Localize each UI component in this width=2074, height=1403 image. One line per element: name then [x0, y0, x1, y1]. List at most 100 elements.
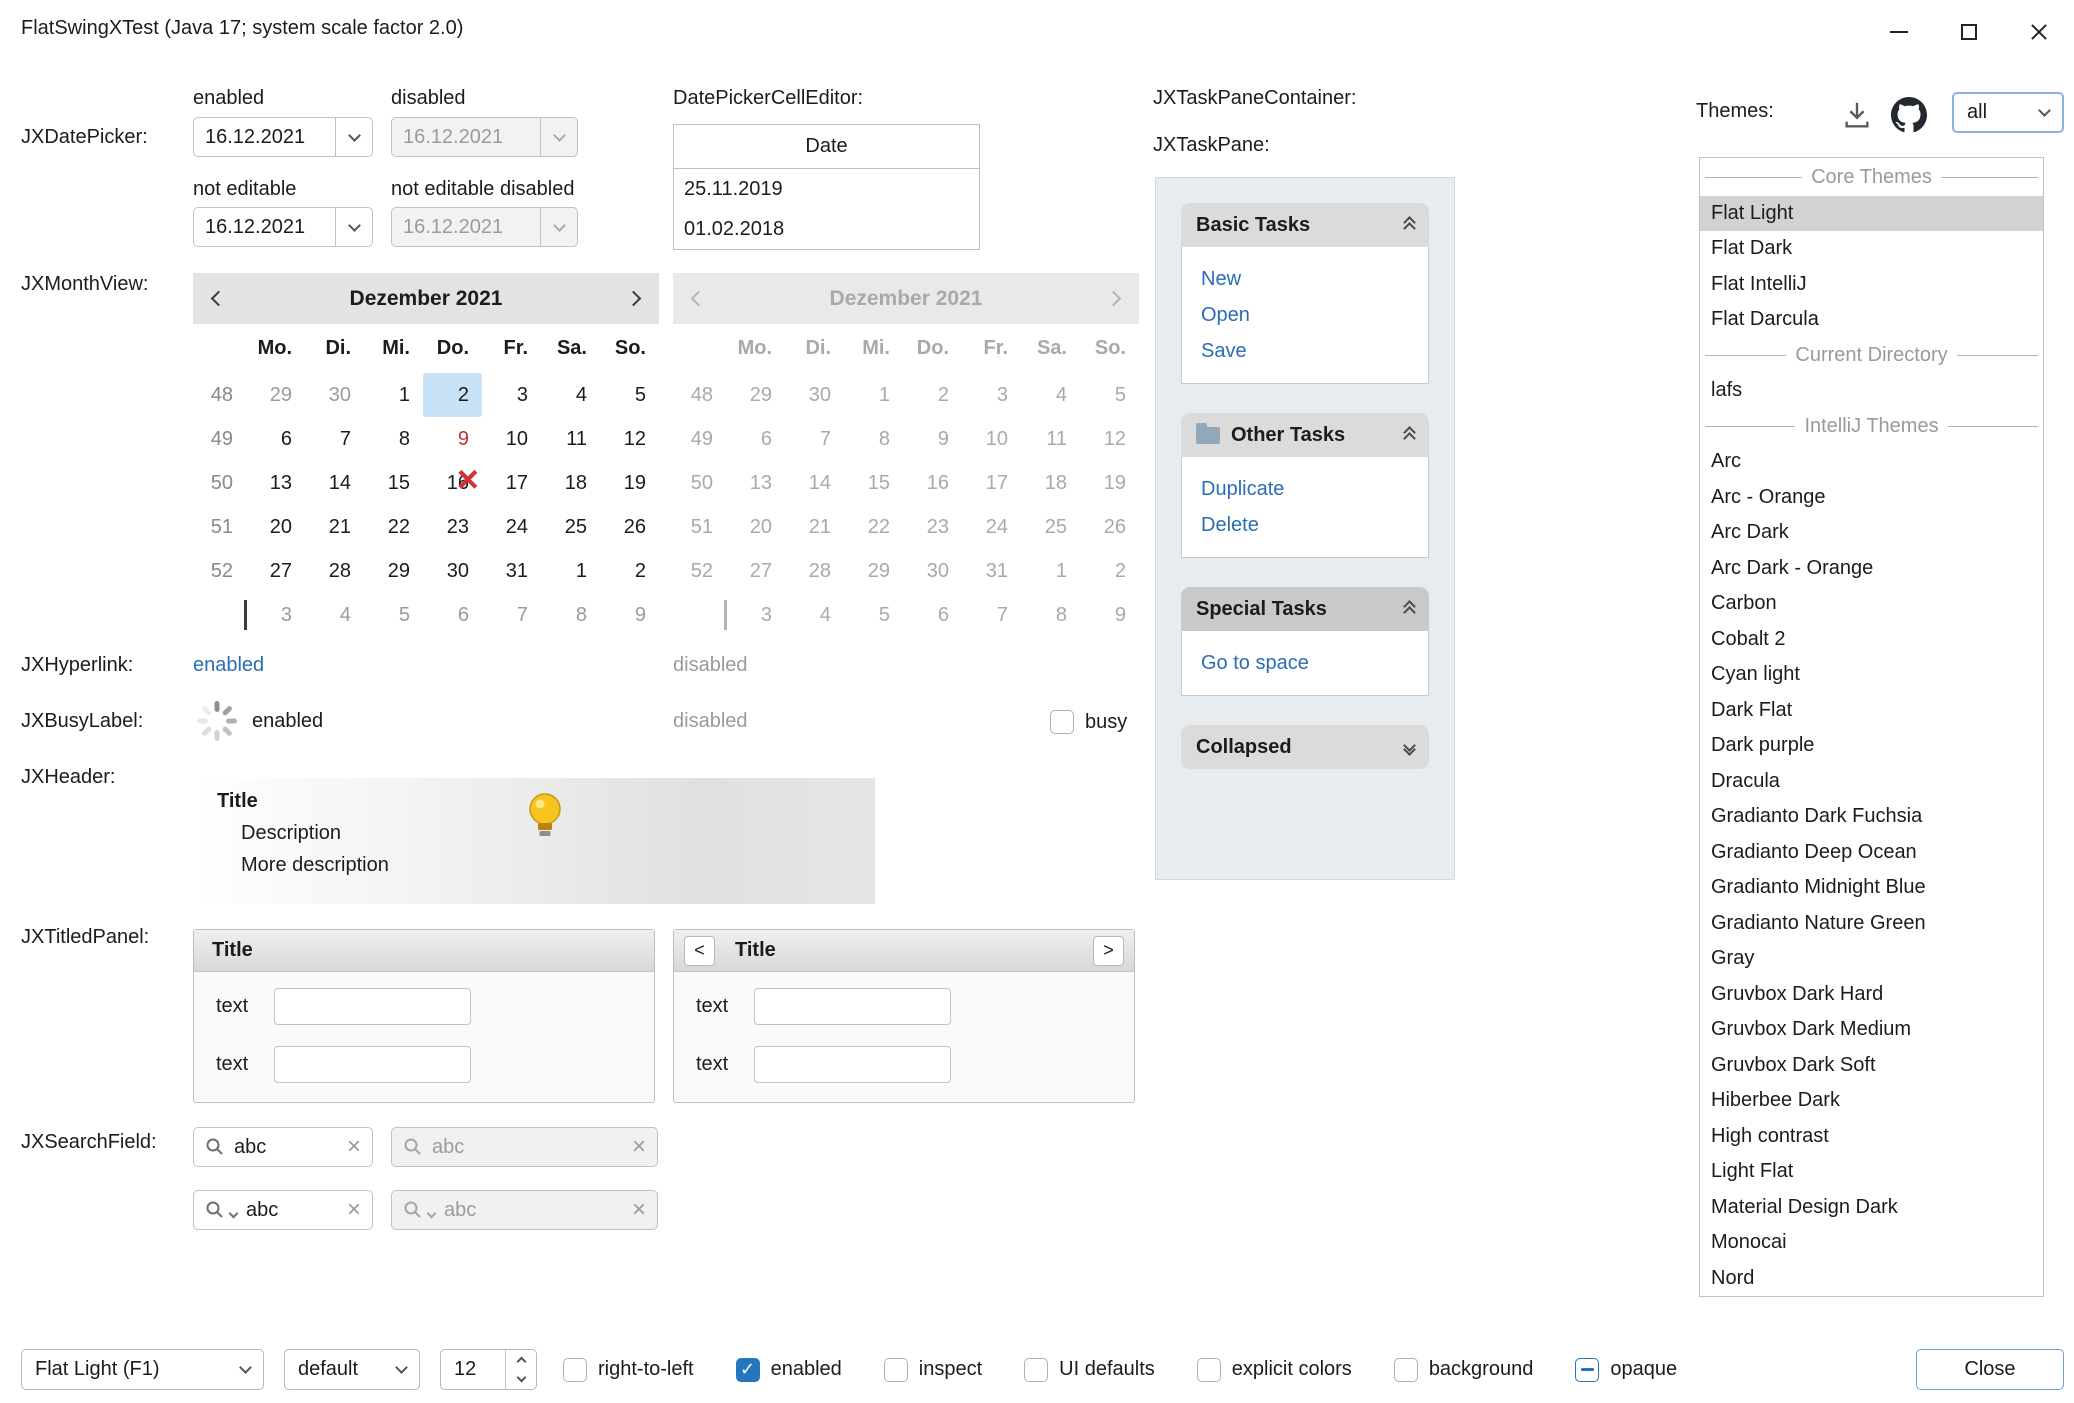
theme-item[interactable]: Material Design Dark	[1700, 1190, 2043, 1226]
checkbox-right-to-left[interactable]: right-to-left	[563, 1358, 694, 1382]
theme-item[interactable]: Cyan light	[1700, 657, 2043, 693]
datepicker-value[interactable]: 16.12.2021	[194, 118, 335, 156]
calendar-day[interactable]: 21	[305, 505, 364, 549]
clear-icon[interactable]: ×	[347, 1198, 361, 1222]
calendar-day[interactable]: 3	[246, 593, 305, 637]
calendar-day[interactable]: 7	[305, 417, 364, 461]
theme-item[interactable]: Arc Dark	[1700, 515, 2043, 551]
clear-icon[interactable]: ×	[347, 1135, 361, 1159]
theme-item[interactable]: Dark Flat	[1700, 693, 2043, 729]
searchfield-enabled[interactable]: abc ×	[193, 1127, 373, 1167]
calendar-day[interactable]: 11	[541, 417, 600, 461]
datepicker-dropdown-button[interactable]	[335, 118, 372, 156]
theme-item[interactable]: Flat Light	[1700, 196, 2043, 232]
theme-item[interactable]: Hiberbee Dark	[1700, 1083, 2043, 1119]
laf-combobox[interactable]: Flat Light (F1)	[21, 1349, 264, 1390]
calendar-day[interactable]: 29	[364, 549, 423, 593]
theme-item[interactable]: Flat IntelliJ	[1700, 267, 2043, 303]
theme-item[interactable]: Dracula	[1700, 764, 2043, 800]
theme-item[interactable]: Flat Darcula	[1700, 302, 2043, 338]
theme-item[interactable]: Gradianto Dark Fuchsia	[1700, 799, 2043, 835]
theme-item[interactable]: Nord	[1700, 1261, 2043, 1297]
search-menu-icon[interactable]	[205, 1200, 225, 1220]
task-action-link[interactable]: New	[1201, 261, 1409, 297]
calendar-day[interactable]: 23	[423, 505, 482, 549]
taskpane-header[interactable]: Collapsed	[1181, 725, 1429, 769]
calendar-day[interactable]: 17	[482, 461, 541, 505]
calendar-day[interactable]: 5	[600, 373, 659, 417]
calendar-day[interactable]: 9	[600, 593, 659, 637]
datepicker-enabled[interactable]: 16.12.2021	[193, 117, 373, 157]
calendar-day[interactable]: 6	[423, 593, 482, 637]
theme-item[interactable]: Gruvbox Dark Hard	[1700, 977, 2043, 1013]
calendar-day[interactable]: 24	[482, 505, 541, 549]
download-themes-button[interactable]	[1838, 96, 1876, 134]
calendar-day[interactable]: 8	[541, 593, 600, 637]
theme-item[interactable]: Carbon	[1700, 586, 2043, 622]
maximize-button[interactable]	[1934, 0, 2004, 64]
theme-item[interactable]: Arc	[1700, 444, 2043, 480]
datepicker-not-editable[interactable]: 16.12.2021	[193, 207, 373, 247]
calendar-day[interactable]: 6	[246, 417, 305, 461]
calendar-day[interactable]: 8	[364, 417, 423, 461]
theme-item[interactable]: Dark purple	[1700, 728, 2043, 764]
theme-item[interactable]: Monocai	[1700, 1225, 2043, 1261]
font-size-spinner[interactable]: 12	[440, 1349, 537, 1390]
checkbox-enabled[interactable]: enabled	[736, 1358, 842, 1382]
titledpanel-right-button[interactable]: >	[1093, 936, 1124, 966]
calendar-day[interactable]: 7	[482, 593, 541, 637]
calendar-day[interactable]: 30	[305, 373, 364, 417]
calendar-day[interactable]: 3	[482, 373, 541, 417]
calendar-day[interactable]: 30	[423, 549, 482, 593]
checkbox-ui-defaults[interactable]: UI defaults	[1024, 1358, 1155, 1382]
calendar-day[interactable]: 27	[246, 549, 305, 593]
theme-item[interactable]: Flat Dark	[1700, 231, 2043, 267]
calendar-day[interactable]: 18	[541, 461, 600, 505]
theme-item[interactable]: High contrast	[1700, 1119, 2043, 1155]
taskpane-header[interactable]: Basic Tasks	[1181, 203, 1429, 247]
previous-month-icon[interactable]	[211, 291, 227, 307]
calendar-day[interactable]: 5	[364, 593, 423, 637]
calendar-day[interactable]: 9	[423, 417, 482, 461]
searchfield-with-menu[interactable]: abc ×	[193, 1190, 373, 1230]
search-value[interactable]: abc	[234, 1136, 266, 1159]
theme-item[interactable]: Gradianto Midnight Blue	[1700, 870, 2043, 906]
theme-item[interactable]: Gradianto Deep Ocean	[1700, 835, 2043, 871]
calendar-day[interactable]: 2	[423, 373, 482, 417]
calendar-day[interactable]: 31	[482, 549, 541, 593]
theme-item[interactable]: Arc - Orange	[1700, 480, 2043, 516]
checkbox-explicit-colors[interactable]: explicit colors	[1197, 1358, 1352, 1382]
task-action-link[interactable]: Go to space	[1201, 645, 1409, 681]
calendar-day[interactable]: 15	[364, 461, 423, 505]
calendar-day[interactable]: 13	[246, 461, 305, 505]
checkbox-inspect[interactable]: inspect	[884, 1358, 982, 1382]
taskpane-header[interactable]: Other Tasks	[1181, 413, 1429, 457]
style-combobox[interactable]: default	[284, 1349, 420, 1390]
task-action-link[interactable]: Delete	[1201, 507, 1409, 543]
theme-item[interactable]: Cobalt 2	[1700, 622, 2043, 658]
theme-item[interactable]: lafs	[1700, 373, 2043, 409]
text-input[interactable]	[274, 1046, 471, 1083]
text-input[interactable]	[274, 988, 471, 1025]
checkbox-background[interactable]: background	[1394, 1358, 1534, 1382]
calendar-day[interactable]: 1	[541, 549, 600, 593]
close-button[interactable]: Close	[1916, 1349, 2064, 1390]
spinner-up-button[interactable]	[506, 1350, 536, 1370]
theme-item[interactable]: Gruvbox Dark Medium	[1700, 1012, 2043, 1048]
calendar-day[interactable]: 19	[600, 461, 659, 505]
checkbox-busy[interactable]: busy	[1050, 710, 1127, 734]
calendar-day[interactable]: 26	[600, 505, 659, 549]
calendar-day[interactable]: 1	[364, 373, 423, 417]
next-month-icon[interactable]	[626, 291, 642, 307]
github-link-button[interactable]	[1888, 94, 1930, 136]
task-action-link[interactable]: Save	[1201, 333, 1409, 369]
themes-filter-combobox[interactable]: all	[1952, 92, 2064, 133]
checkbox-opaque[interactable]: opaque	[1575, 1358, 1677, 1382]
table-row[interactable]: 01.02.2018	[674, 209, 979, 249]
calendar-day[interactable]: 10	[482, 417, 541, 461]
calendar-day[interactable]: 16	[423, 461, 482, 505]
calendar-day[interactable]: 22	[364, 505, 423, 549]
calendar-day[interactable]: 12	[600, 417, 659, 461]
hyperlink-enabled[interactable]: enabled	[193, 654, 264, 677]
text-input[interactable]	[754, 988, 951, 1025]
